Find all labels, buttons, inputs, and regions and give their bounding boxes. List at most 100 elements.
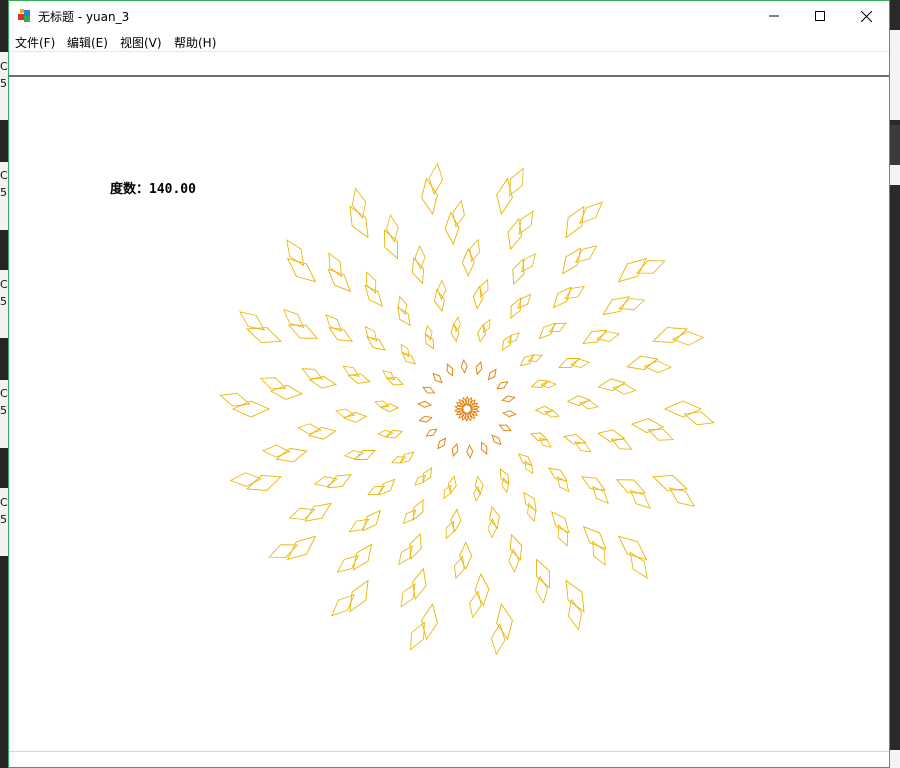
desktop-glyph: 5 xyxy=(0,404,7,417)
flower-diamond xyxy=(501,395,516,403)
flower-diamond xyxy=(451,442,459,458)
flower-diamond xyxy=(523,491,537,512)
flower-diamond xyxy=(351,187,367,220)
flower-diamond xyxy=(527,502,537,523)
flower-diamond xyxy=(374,400,390,408)
flower-diamond xyxy=(501,476,510,494)
flower-diamond xyxy=(418,415,433,423)
flower-diamond xyxy=(326,474,352,489)
flower-diamond xyxy=(477,323,487,343)
flower-diamond xyxy=(447,475,457,495)
flower-diamond xyxy=(231,400,271,418)
flower-diamond xyxy=(487,368,497,381)
flower-diamond xyxy=(535,558,550,589)
flower-diamond xyxy=(452,199,465,228)
flower-diamond xyxy=(288,507,316,520)
flower-diamond xyxy=(498,424,512,432)
flower-diamond xyxy=(569,358,591,369)
flower-diamond xyxy=(444,211,460,245)
minimize-icon xyxy=(769,11,779,21)
flower-diamond xyxy=(335,408,356,418)
flower-diamond xyxy=(327,268,352,293)
flower-diamond xyxy=(475,360,483,376)
menu-bar: 文件(F) 编辑(E) 视图(V) 帮助(H) xyxy=(9,31,889,51)
flower-diamond xyxy=(466,444,474,459)
flower-diamond xyxy=(602,296,630,316)
flower-diamond xyxy=(399,451,415,464)
flower-diamond xyxy=(414,474,427,486)
title-bar[interactable]: 无标题 - yuan_3 xyxy=(9,1,889,31)
menu-file[interactable]: 文件(F) xyxy=(15,34,55,51)
flower-diamond xyxy=(502,410,517,418)
flower-diamond xyxy=(377,429,394,438)
flower-diamond xyxy=(425,428,438,437)
flower-diamond xyxy=(618,298,646,311)
flower-diamond xyxy=(424,332,435,350)
desktop-glyph: 5 xyxy=(0,77,7,90)
flower-diamond xyxy=(683,411,715,426)
menu-edit[interactable]: 编辑(E) xyxy=(67,34,108,51)
flower-diamond xyxy=(596,331,621,342)
flower-diamond xyxy=(479,278,489,298)
desktop-glyph: C xyxy=(0,278,8,291)
flower-diamond xyxy=(460,359,468,374)
flower-diamond xyxy=(397,295,407,316)
close-button[interactable] xyxy=(843,1,889,31)
desktop-window-strip xyxy=(890,30,900,120)
flower-diamond xyxy=(469,590,482,619)
flower-diamond xyxy=(382,370,396,381)
flower-diamond xyxy=(630,418,665,434)
flower-diamond xyxy=(534,405,555,415)
desktop-window-strip xyxy=(890,750,900,768)
flower-diamond xyxy=(597,429,626,443)
flower-diamond xyxy=(663,400,703,418)
flower-diamond xyxy=(499,468,510,486)
maximize-icon xyxy=(815,11,825,21)
menu-help[interactable]: 帮助(H) xyxy=(174,34,216,51)
minimize-button[interactable] xyxy=(751,1,797,31)
flower-diamond xyxy=(469,238,481,263)
maximize-button[interactable] xyxy=(797,1,843,31)
flower-diamond xyxy=(472,285,484,310)
desktop-right-edge xyxy=(890,0,900,768)
flower-diamond xyxy=(551,511,570,534)
flower-diamond xyxy=(450,508,462,533)
flower-diamond xyxy=(308,375,337,389)
flower-diamond xyxy=(384,229,399,260)
desktop-glyph: C xyxy=(0,387,8,400)
flower-diamond xyxy=(432,372,443,384)
flower-diamond xyxy=(297,423,322,435)
flower-diamond xyxy=(459,541,473,571)
flower-diamond xyxy=(582,525,607,550)
menu-view[interactable]: 视图(V) xyxy=(120,34,162,51)
flower-diamond xyxy=(450,323,460,343)
flower-diamond xyxy=(561,247,582,275)
flower-diamond xyxy=(400,343,410,358)
drawing-canvas[interactable]: 度数：140.00 xyxy=(9,77,889,751)
desktop-glyph: C xyxy=(0,169,8,182)
flower-diamond xyxy=(343,411,368,423)
app-icon xyxy=(17,8,33,24)
flower-diamond xyxy=(417,400,432,408)
flower-diamond xyxy=(219,392,251,407)
desktop-window-strip xyxy=(890,125,900,165)
flower-diamond xyxy=(421,177,438,216)
flower-diamond xyxy=(308,426,337,440)
flower-diamond xyxy=(424,324,433,342)
desktop-glyph: 5 xyxy=(0,186,7,199)
flower-diamond xyxy=(453,316,461,333)
flower-diamond xyxy=(473,485,481,502)
flower-diamond xyxy=(286,535,317,561)
flower-diamond xyxy=(379,403,400,413)
flower-diamond xyxy=(474,573,490,607)
desktop-glyph: 5 xyxy=(0,295,7,308)
desktop-glyph: 5 xyxy=(0,513,7,526)
flower-diamond xyxy=(268,544,299,558)
flower-diamond xyxy=(643,360,673,374)
flower-diamond xyxy=(349,205,369,239)
flower-diamond xyxy=(612,383,637,395)
flower-diamond xyxy=(565,205,585,239)
flower-diamond xyxy=(567,598,583,631)
flower-diamond xyxy=(565,579,585,613)
desktop-window-strip xyxy=(890,165,900,185)
